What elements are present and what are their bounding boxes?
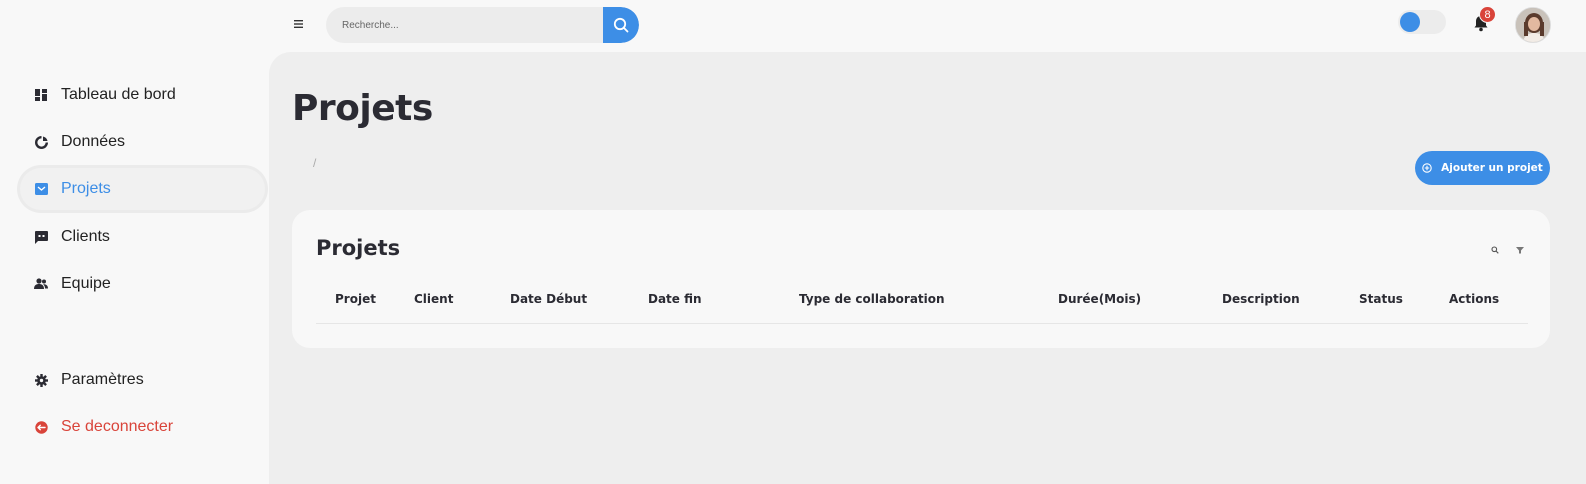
column-header-date-debut[interactable]: Date Début: [510, 292, 587, 306]
sidebar-item-label: Projets: [61, 180, 111, 197]
search-input[interactable]: [326, 7, 603, 43]
column-header-type-collaboration[interactable]: Type de collaboration: [799, 292, 945, 306]
column-header-status[interactable]: Status: [1359, 292, 1403, 306]
sidebar-item-label: Equipe: [61, 275, 111, 292]
search-icon: [613, 17, 629, 33]
search-icon[interactable]: [1489, 244, 1501, 256]
sidebar-item-projets[interactable]: Projets: [20, 168, 265, 210]
column-header-description[interactable]: Description: [1222, 292, 1300, 306]
projects-card: Projets Projet Client Date Début Date fi…: [292, 210, 1550, 348]
top-bar: 8: [0, 0, 1586, 52]
search-bar: [326, 7, 639, 43]
theme-toggle[interactable]: [1398, 10, 1446, 34]
column-header-client[interactable]: Client: [414, 292, 453, 306]
sidebar-item-label: Tableau de bord: [61, 86, 176, 103]
sidebar-item-tableau-de-bord[interactable]: Tableau de bord: [20, 74, 265, 116]
table-header-divider: [316, 323, 1528, 324]
logout-icon: [34, 420, 48, 434]
notification-badge: 8: [1479, 6, 1496, 23]
hamburger-icon[interactable]: [290, 14, 306, 34]
add-project-button[interactable]: Ajouter un projet: [1415, 151, 1550, 185]
column-header-date-fin[interactable]: Date fin: [648, 292, 702, 306]
sidebar-item-donnees[interactable]: Données: [20, 121, 265, 163]
chat-icon: [34, 230, 48, 244]
search-button[interactable]: [603, 7, 639, 43]
user-avatar[interactable]: [1515, 7, 1551, 43]
add-project-label: Ajouter un projet: [1441, 162, 1543, 174]
column-header-duree[interactable]: Durée(Mois): [1058, 292, 1141, 306]
sidebar-item-parametres[interactable]: Paramètres: [20, 359, 265, 401]
toggle-knob: [1400, 12, 1420, 32]
sidebar-item-label: Données: [61, 133, 126, 150]
sidebar: Tableau de bord Données Projets Clients …: [0, 52, 269, 484]
sidebar-item-clients[interactable]: Clients: [20, 216, 265, 258]
team-icon: [34, 277, 48, 291]
sidebar-item-label: Paramètres: [61, 371, 144, 388]
main-content: Projets / Ajouter un projet Projets Proj…: [269, 52, 1586, 484]
gear-icon: [34, 373, 48, 387]
sidebar-item-se-deconnecter[interactable]: Se deconnecter: [20, 406, 265, 448]
column-header-actions[interactable]: Actions: [1449, 292, 1499, 306]
sidebar-item-label: Clients: [61, 228, 110, 245]
sidebar-item-equipe[interactable]: Equipe: [20, 263, 265, 305]
column-header-projet[interactable]: Projet: [335, 292, 376, 306]
sidebar-item-label: Se deconnecter: [61, 418, 174, 435]
page-title: Projets: [292, 88, 433, 129]
add-circle-icon: [1422, 163, 1432, 173]
breadcrumb: /: [313, 156, 317, 170]
dashboard-icon: [34, 88, 48, 102]
filter-icon[interactable]: [1514, 244, 1526, 256]
card-title: Projets: [316, 236, 401, 260]
pie-chart-icon: [34, 135, 48, 149]
inbox-icon: [34, 182, 48, 196]
